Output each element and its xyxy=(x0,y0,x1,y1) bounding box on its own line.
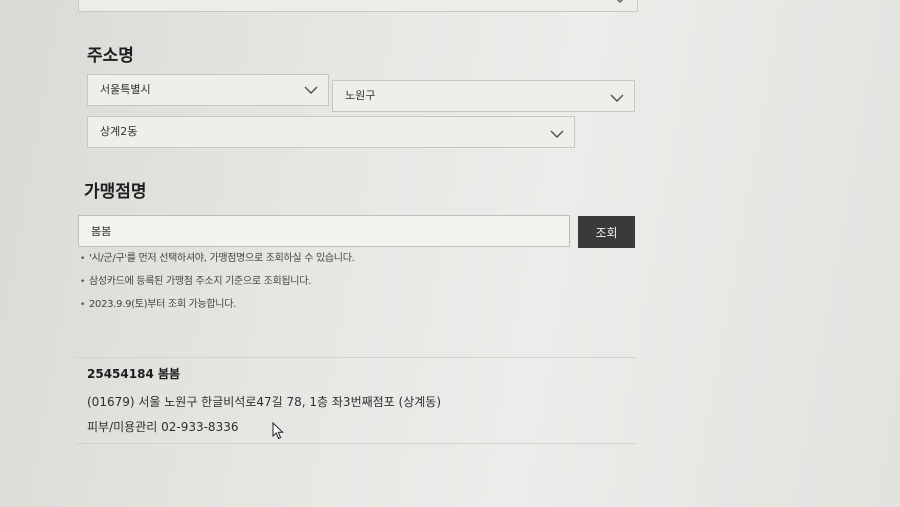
city-select-value: 서울특별시 xyxy=(100,83,151,96)
result-item[interactable]: 25454184 봄봄 (01679) 서울 노원구 한글비석로47길 78, … xyxy=(87,365,441,443)
notice-item: 2023.9.9(토)부터 조회 가능합니다. xyxy=(80,296,354,319)
notice-list: '시/군/구'를 먼저 선택하셔야, 가맹점명으로 조회하실 수 있습니다. 삼… xyxy=(80,250,355,319)
result-address: (01679) 서울 노원구 한글비석로47길 78, 1층 좌3번째점포 (상… xyxy=(87,395,442,409)
chevron-down-icon xyxy=(304,86,318,94)
chevron-down-icon xyxy=(550,130,564,138)
result-title: 25454184 봄봄 xyxy=(87,367,181,381)
district-select[interactable]: 노원구 xyxy=(332,80,635,112)
mouse-cursor-icon xyxy=(272,421,285,444)
chevron-down-icon xyxy=(613,0,627,3)
dong-select-value: 상계2동 xyxy=(100,125,138,138)
result-top-divider xyxy=(76,357,636,358)
store-name-input[interactable] xyxy=(78,215,570,247)
dong-select[interactable]: 상계2동 xyxy=(87,116,575,148)
previous-dropdown[interactable] xyxy=(78,0,638,12)
result-bottom-divider xyxy=(76,443,636,444)
district-select-value: 노원구 xyxy=(345,89,376,102)
store-section-title: 가맹점명 xyxy=(84,182,147,202)
city-select[interactable]: 서울특별시 xyxy=(87,74,329,106)
result-category: 피부/미용관리 02-933-8336 xyxy=(87,420,239,434)
notice-item: '시/군/구'를 먼저 선택하셔야, 가맹점명으로 조회하실 수 있습니다. xyxy=(80,250,355,273)
address-section-title: 주소명 xyxy=(87,46,134,66)
notice-item: 삼성카드에 등록된 가맹점 주소지 기준으로 조회됩니다. xyxy=(80,273,354,296)
search-button[interactable]: 조회 xyxy=(578,216,635,248)
chevron-down-icon xyxy=(610,94,624,102)
